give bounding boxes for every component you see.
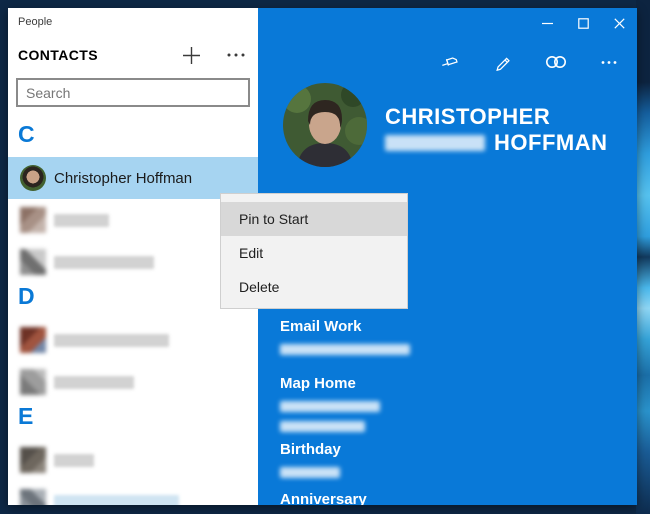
field-label-email-work: Email Work bbox=[280, 318, 362, 335]
maximize-button[interactable] bbox=[565, 8, 601, 38]
redacted-name bbox=[54, 333, 169, 347]
desktop-wallpaper-edge bbox=[636, 0, 650, 514]
window-controls bbox=[529, 8, 637, 38]
contact-avatar-redacted bbox=[20, 369, 46, 395]
contact-avatar-redacted bbox=[20, 327, 46, 353]
app-title: People bbox=[18, 16, 53, 28]
minimize-icon bbox=[541, 22, 553, 24]
contacts-heading: CONTACTS bbox=[18, 47, 98, 63]
pin-button[interactable] bbox=[423, 48, 476, 76]
contact-list: C Christopher Hoffman D E bbox=[8, 121, 258, 505]
contact-avatar bbox=[20, 165, 46, 191]
redacted-name bbox=[54, 213, 109, 227]
redacted-name bbox=[54, 375, 134, 389]
field-label-anniversary: Anniversary bbox=[280, 491, 367, 505]
redacted-address-line1[interactable] bbox=[280, 401, 380, 412]
detail-toolbar bbox=[423, 48, 635, 76]
ellipsis-icon bbox=[601, 60, 616, 64]
section-letter-e: E bbox=[18, 403, 34, 429]
close-icon bbox=[613, 17, 625, 29]
link-contacts-button[interactable] bbox=[529, 48, 582, 76]
maximize-icon bbox=[577, 17, 589, 29]
redacted-name bbox=[54, 494, 179, 505]
link-icon bbox=[545, 56, 566, 68]
portrait-photo bbox=[283, 83, 367, 167]
search-input[interactable] bbox=[16, 78, 250, 107]
pencil-icon bbox=[495, 57, 510, 71]
contact-avatar-redacted bbox=[20, 249, 46, 275]
menu-item-delete[interactable]: Delete bbox=[221, 270, 407, 304]
people-app-window: People CONTACTS C Chr bbox=[8, 8, 637, 505]
contact-row-redacted[interactable] bbox=[8, 439, 258, 481]
redacted-name bbox=[54, 255, 154, 269]
contact-photo[interactable] bbox=[283, 83, 367, 167]
contact-row-redacted[interactable] bbox=[8, 319, 258, 361]
menu-item-edit[interactable]: Edit bbox=[221, 236, 407, 270]
contact-avatar-redacted bbox=[20, 207, 46, 233]
name-first: CHRISTOPHER bbox=[385, 104, 551, 129]
pin-icon bbox=[441, 57, 458, 66]
redacted-middle-name bbox=[385, 135, 485, 151]
minimize-button[interactable] bbox=[529, 8, 565, 38]
name-last: HOFFMAN bbox=[494, 130, 608, 155]
section-letter-c: C bbox=[18, 121, 35, 147]
redacted-birthday-value bbox=[280, 467, 340, 478]
ellipsis-icon bbox=[227, 53, 245, 57]
contact-avatar-redacted bbox=[20, 489, 46, 505]
contact-row-redacted[interactable] bbox=[8, 361, 258, 403]
redacted-name bbox=[54, 453, 94, 467]
contact-name: Christopher Hoffman bbox=[54, 169, 193, 187]
add-contact-button[interactable] bbox=[179, 43, 203, 67]
context-menu: Pin to Start Edit Delete bbox=[220, 193, 408, 309]
menu-item-pin-to-start[interactable]: Pin to Start bbox=[221, 202, 407, 236]
contacts-header-row: CONTACTS bbox=[18, 44, 248, 66]
contact-display-name: CHRISTOPHER HOFFMAN bbox=[385, 104, 607, 156]
field-label-map-home: Map Home bbox=[280, 375, 356, 392]
plus-icon bbox=[182, 46, 200, 64]
sidebar-more-button[interactable] bbox=[224, 43, 248, 67]
redacted-address-line2[interactable] bbox=[280, 421, 365, 432]
contact-avatar-redacted bbox=[20, 447, 46, 473]
detail-more-button[interactable] bbox=[582, 48, 635, 76]
edit-button[interactable] bbox=[476, 48, 529, 76]
redacted-email-value[interactable] bbox=[280, 344, 410, 355]
field-label-birthday: Birthday bbox=[280, 441, 341, 458]
close-button[interactable] bbox=[601, 8, 637, 38]
contact-row-redacted[interactable] bbox=[8, 481, 258, 505]
